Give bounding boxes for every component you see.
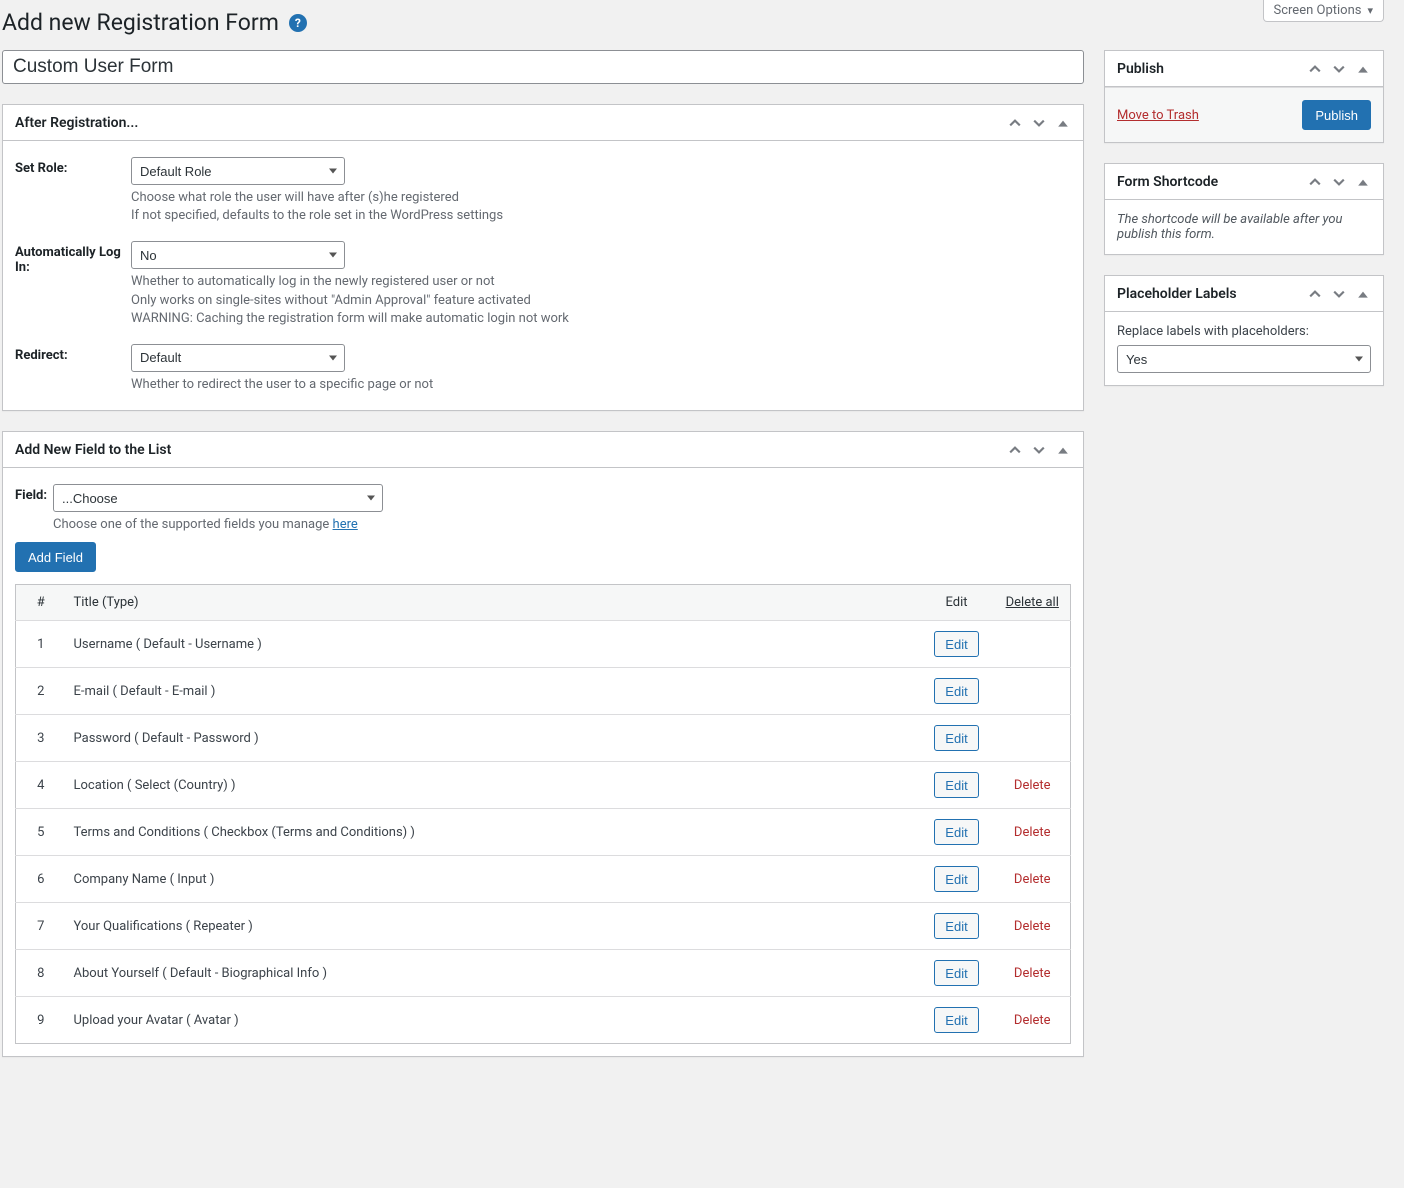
delete-row-link[interactable]: Delete xyxy=(1014,872,1051,887)
page-title-text: Add new Registration Form xyxy=(2,9,279,36)
field-select[interactable]: ...Choose xyxy=(53,484,383,512)
row-number: 4 xyxy=(16,762,66,809)
manage-fields-link[interactable]: here xyxy=(333,517,358,532)
set-role-label: Set Role: xyxy=(15,157,131,225)
edit-row-button[interactable]: Edit xyxy=(934,631,978,657)
box-move-down-icon[interactable] xyxy=(1331,174,1347,190)
field-description: Choose one of the supported fields you m… xyxy=(53,516,1071,534)
delete-row-link[interactable]: Delete xyxy=(1014,825,1051,840)
row-number: 7 xyxy=(16,903,66,950)
shortcode-heading: Form Shortcode xyxy=(1117,174,1218,190)
edit-row-button[interactable]: Edit xyxy=(934,1007,978,1033)
publish-heading: Publish xyxy=(1117,61,1164,77)
table-row: 9Upload your Avatar ( Avatar ) Edit Delete xyxy=(16,997,1071,1044)
shortcode-text: The shortcode will be available after yo… xyxy=(1105,200,1383,254)
delete-row-link[interactable]: Delete xyxy=(1014,966,1051,981)
table-row: 6Company Name ( Input ) Edit Delete xyxy=(16,856,1071,903)
box-toggle-icon[interactable] xyxy=(1055,115,1071,131)
after-registration-box: After Registration... Set Role: Default … xyxy=(2,104,1084,411)
delete-row-link[interactable]: Delete xyxy=(1014,1013,1051,1028)
row-number: 3 xyxy=(16,715,66,762)
publish-button[interactable]: Publish xyxy=(1302,100,1371,130)
table-row: 2E-mail ( Default - E-mail ) Edit xyxy=(16,668,1071,715)
edit-row-button[interactable]: Edit xyxy=(934,819,978,845)
auto-login-description: Whether to automatically log in the newl… xyxy=(131,273,1071,328)
table-row: 7Your Qualifications ( Repeater ) Edit Del… xyxy=(16,903,1071,950)
box-move-up-icon[interactable] xyxy=(1007,115,1023,131)
row-number: 8 xyxy=(16,950,66,997)
page-title: Add new Registration Form ? xyxy=(2,0,1263,40)
table-row: 1Username ( Default - Username ) Edit xyxy=(16,621,1071,668)
box-move-down-icon[interactable] xyxy=(1031,442,1047,458)
col-header-title: Title (Type) xyxy=(66,585,919,621)
table-row: 5Terms and Conditions ( Checkbox (Terms … xyxy=(16,809,1071,856)
box-move-up-icon[interactable] xyxy=(1307,174,1323,190)
table-row: 3Password ( Default - Password ) Edit xyxy=(16,715,1071,762)
row-title: Company Name ( Input ) xyxy=(66,856,919,903)
form-title-input[interactable] xyxy=(2,50,1084,84)
edit-row-button[interactable]: Edit xyxy=(934,866,978,892)
add-field-heading: Add New Field to the List xyxy=(15,442,171,458)
row-title: Password ( Default - Password ) xyxy=(66,715,919,762)
redirect-description: Whether to redirect the user to a specif… xyxy=(131,376,1071,394)
placeholder-select[interactable]: Yes xyxy=(1117,345,1371,373)
box-move-up-icon[interactable] xyxy=(1307,286,1323,302)
box-toggle-icon[interactable] xyxy=(1355,286,1371,302)
row-number: 2 xyxy=(16,668,66,715)
row-title: Upload your Avatar ( Avatar ) xyxy=(66,997,919,1044)
help-icon[interactable]: ? xyxy=(289,14,307,32)
row-number: 6 xyxy=(16,856,66,903)
publish-box: Publish Move to Trash Publish xyxy=(1104,50,1384,143)
placeholder-heading: Placeholder Labels xyxy=(1117,286,1237,302)
edit-row-button[interactable]: Edit xyxy=(934,913,978,939)
edit-row-button[interactable]: Edit xyxy=(934,725,978,751)
table-row: 8About Yourself ( Default - Biographical… xyxy=(16,950,1071,997)
delete-row-link[interactable]: Delete xyxy=(1014,778,1051,793)
row-title: E-mail ( Default - E-mail ) xyxy=(66,668,919,715)
auto-login-label: Automatically Log In: xyxy=(15,241,131,328)
redirect-label: Redirect: xyxy=(15,344,131,394)
box-toggle-icon[interactable] xyxy=(1355,174,1371,190)
box-move-up-icon[interactable] xyxy=(1007,442,1023,458)
row-title: Location ( Select (Country) ) xyxy=(66,762,919,809)
edit-row-button[interactable]: Edit xyxy=(934,772,978,798)
row-title: Username ( Default - Username ) xyxy=(66,621,919,668)
add-field-box: Add New Field to the List Field: ...Choo… xyxy=(2,431,1084,1057)
move-to-trash-link[interactable]: Move to Trash xyxy=(1117,108,1199,123)
after-registration-heading: After Registration... xyxy=(15,115,138,131)
box-move-down-icon[interactable] xyxy=(1031,115,1047,131)
edit-row-button[interactable]: Edit xyxy=(934,960,978,986)
set-role-select[interactable]: Default Role xyxy=(131,157,345,185)
box-move-down-icon[interactable] xyxy=(1331,286,1347,302)
col-header-number: # xyxy=(16,585,66,621)
delete-row-link[interactable]: Delete xyxy=(1014,919,1051,934)
field-label: Field: xyxy=(15,484,53,534)
delete-all-link[interactable]: Delete all xyxy=(1006,595,1059,610)
fields-table: # Title (Type) Edit Delete all 1Username… xyxy=(15,584,1071,1044)
box-move-up-icon[interactable] xyxy=(1307,61,1323,77)
row-title: About Yourself ( Default - Biographical … xyxy=(66,950,919,997)
edit-row-button[interactable]: Edit xyxy=(934,678,978,704)
screen-options-tab[interactable]: Screen Options xyxy=(1263,0,1385,22)
row-title: Your Qualifications ( Repeater ) xyxy=(66,903,919,950)
box-toggle-icon[interactable] xyxy=(1355,61,1371,77)
row-number: 5 xyxy=(16,809,66,856)
box-toggle-icon[interactable] xyxy=(1055,442,1071,458)
col-header-edit: Edit xyxy=(919,585,995,621)
placeholder-labels-box: Placeholder Labels Replace labels with p… xyxy=(1104,275,1384,386)
row-title: Terms and Conditions ( Checkbox (Terms a… xyxy=(66,809,919,856)
shortcode-box: Form Shortcode The shortcode will be ava… xyxy=(1104,163,1384,255)
box-move-down-icon[interactable] xyxy=(1331,61,1347,77)
set-role-description: Choose what role the user will have afte… xyxy=(131,189,1071,225)
auto-login-select[interactable]: No xyxy=(131,241,345,269)
redirect-select[interactable]: Default xyxy=(131,344,345,372)
placeholder-label: Replace labels with placeholders: xyxy=(1117,324,1371,339)
row-number: 9 xyxy=(16,997,66,1044)
add-field-button[interactable]: Add Field xyxy=(15,542,96,572)
table-row: 4Location ( Select (Country) ) Edit Delete xyxy=(16,762,1071,809)
row-number: 1 xyxy=(16,621,66,668)
